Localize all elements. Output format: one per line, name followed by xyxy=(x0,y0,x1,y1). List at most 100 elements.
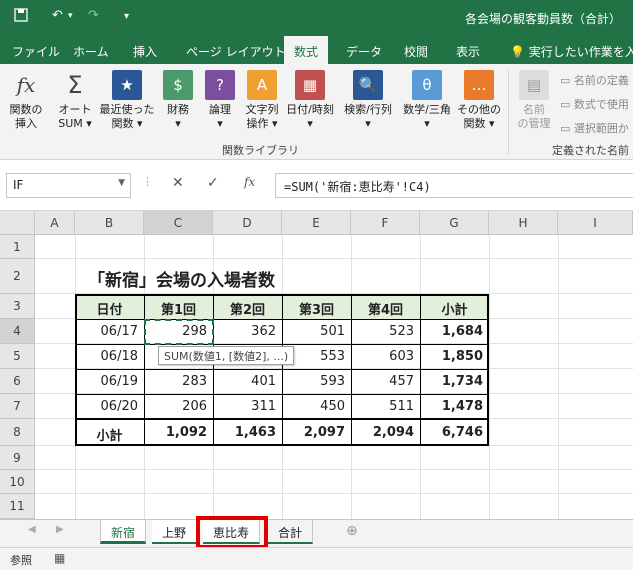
use-in-formula-button[interactable]: ▭ 数式で使用 xyxy=(560,96,629,112)
undo-dropdown-icon[interactable]: ▾ xyxy=(68,11,73,21)
math-trig-button[interactable]: θ 数学/三角 ▾ xyxy=(398,70,456,131)
total-cell[interactable]: 1,092 xyxy=(144,425,213,440)
recently-used-button[interactable]: ★ 最近使った 関数 ▾ xyxy=(98,70,156,131)
column-header-h[interactable]: H xyxy=(489,211,558,235)
star-icon: ★ xyxy=(112,70,142,100)
table-cell[interactable]: 450 xyxy=(282,399,351,414)
name-manager-button[interactable]: ▤ 名前 の管理 xyxy=(512,70,556,131)
row-header-9[interactable]: 9 xyxy=(0,446,35,470)
drag-handle-icon[interactable]: ⋮ xyxy=(142,175,153,188)
question-icon: ? xyxy=(205,70,235,100)
table-cell[interactable]: 362 xyxy=(213,324,282,339)
function-tooltip: SUM(数値1, [数値2], ...) xyxy=(158,346,295,365)
tell-me-input[interactable]: 💡 実行したい作業を入力 xyxy=(510,43,633,60)
lookup-button[interactable]: 🔍 検索/行列 ▾ xyxy=(340,70,396,131)
autosum-button[interactable]: Σ オート SUM ▾ xyxy=(54,70,96,131)
table-cell[interactable]: 457 xyxy=(351,374,420,389)
math-trig-label: 数学/三角 ▾ xyxy=(403,103,451,130)
tell-me-label: 実行したい作業を入力 xyxy=(528,45,633,59)
table-cell[interactable]: 06/18 xyxy=(75,349,144,364)
formula-input[interactable]: =SUM('新宿:恵比寿'!C4) xyxy=(275,173,633,198)
fx-icon: fx xyxy=(16,73,36,97)
create-from-selection-button[interactable]: ▭ 選択範囲か xyxy=(560,120,629,136)
name-box[interactable]: IF ▼ xyxy=(6,173,131,198)
sheet-tab-total[interactable]: 合計 xyxy=(268,520,314,544)
row-header-3[interactable]: 3 xyxy=(0,294,35,319)
define-name-button[interactable]: ▭ 名前の定義 xyxy=(560,72,629,88)
total-cell[interactable]: 6,746 xyxy=(420,425,489,440)
financial-icon: $ xyxy=(163,70,193,100)
row-header-10[interactable]: 10 xyxy=(0,470,35,494)
total-cell[interactable]: 2,097 xyxy=(282,425,351,440)
total-cell[interactable]: 1,463 xyxy=(213,425,282,440)
table-cell[interactable]: 1,478 xyxy=(420,399,489,414)
row-header-7[interactable]: 7 xyxy=(0,394,35,419)
column-header-e[interactable]: E xyxy=(282,211,351,235)
redo-icon[interactable]: ↷ xyxy=(88,8,99,23)
column-header-d[interactable]: D xyxy=(213,211,282,235)
more-functions-button[interactable]: … その他の 関数 ▾ xyxy=(456,70,502,131)
sheet-tab-ueno[interactable]: 上野 xyxy=(152,520,198,544)
macro-record-icon[interactable]: ▦ xyxy=(54,551,65,565)
sheet-tab-bar: ◀ ▶ 新宿 上野 恵比寿 合計 ⊕ xyxy=(0,519,633,547)
row-header-8[interactable]: 8 xyxy=(0,419,35,446)
table-cell[interactable]: 206 xyxy=(144,399,213,414)
undo-icon[interactable]: ↶ xyxy=(52,8,63,23)
table-cell[interactable]: 1,850 xyxy=(420,349,489,364)
add-sheet-icon[interactable]: ⊕ xyxy=(346,523,358,539)
tab-view[interactable]: 表示 xyxy=(456,43,480,60)
row-header-6[interactable]: 6 xyxy=(0,369,35,394)
table-cell[interactable]: 603 xyxy=(351,349,420,364)
row-header-5[interactable]: 5 xyxy=(0,344,35,369)
customize-qat-icon[interactable]: ▾ xyxy=(124,11,129,22)
tab-data[interactable]: データ xyxy=(346,43,382,60)
column-header-b[interactable]: B xyxy=(75,211,144,235)
row-header-4[interactable]: 4 xyxy=(0,319,35,344)
scroll-right-icon[interactable]: ▶ xyxy=(56,524,64,535)
tab-page-layout[interactable]: ページ レイアウト xyxy=(186,43,286,60)
header-round-2: 第2回 xyxy=(229,303,266,318)
table-cell[interactable]: 593 xyxy=(282,374,351,389)
column-header-g[interactable]: G xyxy=(420,211,489,235)
row-header-1[interactable]: 1 xyxy=(0,235,35,259)
row-header-2[interactable]: 2 xyxy=(0,259,35,294)
insert-function-button[interactable]: fx 関数の 挿入 xyxy=(4,70,48,131)
table-cell[interactable]: 1,684 xyxy=(420,324,489,339)
table-cell[interactable]: 06/20 xyxy=(75,399,144,414)
chevron-down-icon[interactable]: ▼ xyxy=(118,178,125,188)
worksheet-grid: A B C D E F G H I 1 2 3 4 5 6 7 8 9 10 1… xyxy=(0,211,633,519)
title-bar: ↶ ▾ ↷ ▾ 各会場の観客動員数（合計） xyxy=(0,0,633,36)
select-all-corner[interactable] xyxy=(0,211,35,235)
total-cell[interactable]: 2,094 xyxy=(351,425,420,440)
table-cell[interactable]: 401 xyxy=(213,374,282,389)
table-cell[interactable]: 1,734 xyxy=(420,374,489,389)
text-button[interactable]: A 文字列 操作 ▾ xyxy=(242,70,282,131)
row-header-11[interactable]: 11 xyxy=(0,494,35,519)
tab-formulas[interactable]: 数式 xyxy=(284,36,329,64)
save-icon[interactable] xyxy=(14,8,28,26)
column-header-c[interactable]: C xyxy=(144,211,213,235)
tab-review[interactable]: 校閲 xyxy=(404,43,428,60)
tab-home[interactable]: ホーム xyxy=(73,43,109,60)
table-cell[interactable]: 06/17 xyxy=(75,324,144,339)
enter-icon[interactable]: ✓ xyxy=(207,175,219,191)
scroll-left-icon[interactable]: ◀ xyxy=(28,524,36,535)
insert-function-icon[interactable]: fx xyxy=(244,175,255,189)
create-from-selection-label: 選択範囲か xyxy=(573,122,629,135)
table-cell[interactable]: 501 xyxy=(282,324,351,339)
column-header-a[interactable]: A xyxy=(35,211,75,235)
financial-button[interactable]: $ 財務 ▾ xyxy=(158,70,198,131)
date-time-button[interactable]: ▦ 日付/時刻 ▾ xyxy=(284,70,336,131)
table-cell[interactable]: 283 xyxy=(144,374,213,389)
tab-insert[interactable]: 挿入 xyxy=(133,43,157,60)
tab-file[interactable]: ファイル xyxy=(12,43,60,60)
column-header-f[interactable]: F xyxy=(351,211,420,235)
sheet-tab-shinjuku[interactable]: 新宿 xyxy=(100,520,147,544)
table-cell[interactable]: 06/19 xyxy=(75,374,144,389)
table-cell[interactable]: 311 xyxy=(213,399,282,414)
table-cell[interactable]: 511 xyxy=(351,399,420,414)
logical-button[interactable]: ? 論理 ▾ xyxy=(200,70,240,131)
cancel-icon[interactable]: ✕ xyxy=(172,175,184,191)
column-header-i[interactable]: I xyxy=(558,211,633,235)
table-cell[interactable]: 523 xyxy=(351,324,420,339)
